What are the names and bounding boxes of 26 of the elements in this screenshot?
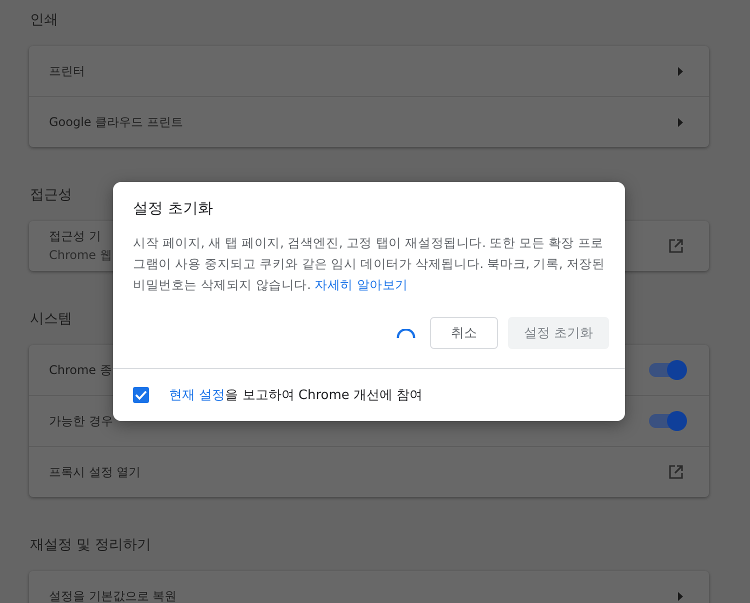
reset-button[interactable]: 설정 초기화: [508, 317, 609, 349]
section-heading: 시스템: [29, 310, 73, 329]
row-sublabel: Chrome 웹: [49, 247, 112, 264]
arrow-right-icon[interactable]: [678, 66, 683, 76]
row-label[interactable]: 가능한 경우: [49, 412, 113, 430]
cancel-button[interactable]: 취소: [430, 317, 498, 349]
learn-more-link[interactable]: 자세히 알아보기: [314, 277, 408, 292]
arrow-right-icon[interactable]: [678, 592, 683, 600]
loading-spinner-icon: [396, 328, 416, 338]
dialog-title: 설정 초기화: [132, 198, 214, 218]
external-link-icon[interactable]: [669, 239, 683, 253]
row-label[interactable]: Chrome 종: [49, 362, 112, 378]
current-settings-link[interactable]: 현재 설정: [169, 388, 226, 403]
arrow-right-icon[interactable]: [678, 118, 683, 126]
row-label[interactable]: Google 클라우드 프린트: [49, 114, 183, 130]
checkbox[interactable]: [133, 387, 149, 403]
row-label[interactable]: 접근성 기: [49, 228, 101, 245]
section-heading: 접근성: [29, 186, 73, 205]
row-label[interactable]: 프록시 설정 열기: [49, 464, 141, 480]
section-heading: 인쇄: [29, 11, 59, 30]
row-label[interactable]: 설정을 기본값으로 복원: [49, 588, 177, 603]
external-link-icon[interactable]: [669, 465, 683, 479]
report-label: 현재 설정 을 보고하여 Chrome 개선에 참여: [169, 387, 423, 404]
section-heading: 재설정 및 정리하기: [29, 536, 152, 555]
row-label[interactable]: 프린터: [49, 62, 85, 80]
dialog-message: 시작 페이지, 새 탭 페이지, 검색엔진, 고정 탭이 재설정됩니다. 또한 모든 확장 프로그램이 사용 중지되고 쿠키와 같은 임시 데이터가 삭제됩니다. 북마크, 기록, 저장된 비밀번호는 삭제되지 않습니다. 자세히 알아보기: [133, 234, 605, 294]
